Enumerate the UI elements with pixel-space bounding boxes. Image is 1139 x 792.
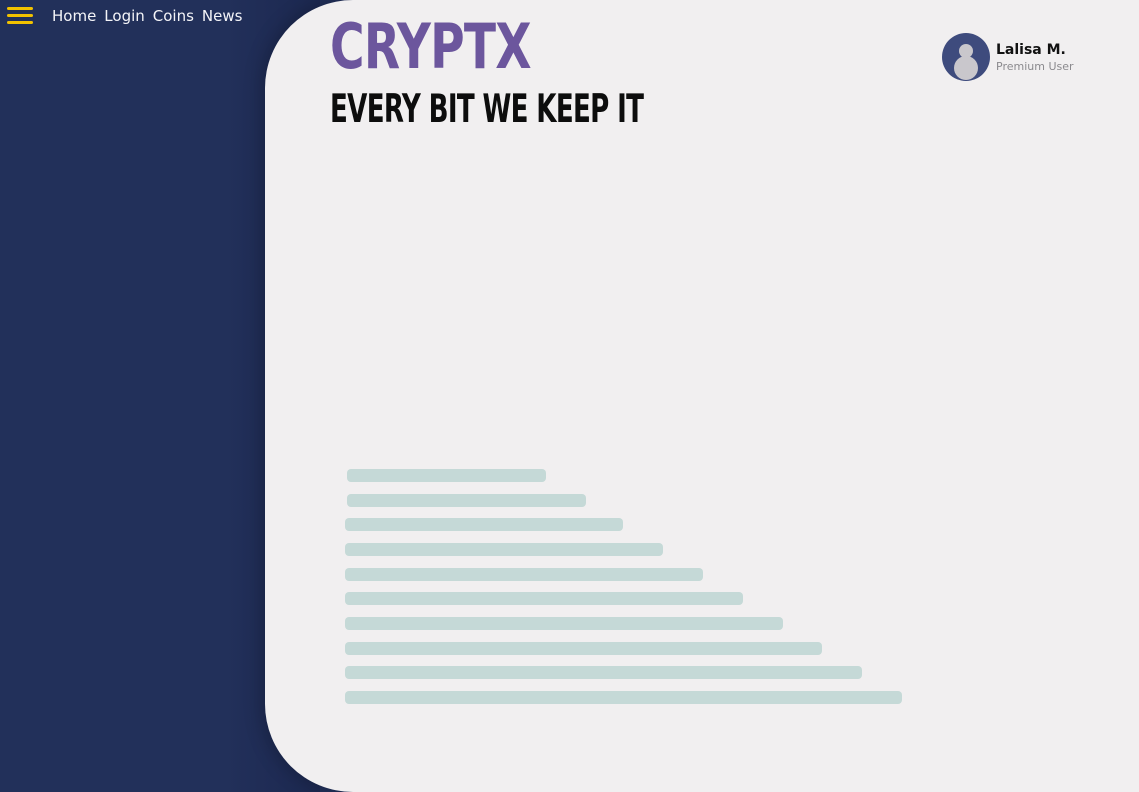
loading-placeholder-line [345, 568, 703, 581]
nav-link-news[interactable]: News [202, 6, 243, 26]
loading-placeholder-line [345, 691, 902, 704]
user-avatar-icon [942, 33, 990, 81]
avatar-body [954, 56, 978, 80]
loading-placeholder-line [345, 543, 663, 556]
nav-link-login[interactable]: Login [104, 6, 144, 26]
nav-link-coins[interactable]: Coins [153, 6, 194, 26]
brand-tagline: EVERY BIT WE KEEP IT [330, 87, 644, 132]
user-profile[interactable]: Lalisa M. Premium User [942, 33, 1074, 81]
user-role: Premium User [996, 59, 1074, 73]
user-info: Lalisa M. Premium User [996, 41, 1074, 74]
loading-placeholder-line [345, 666, 862, 679]
hamburger-bar [7, 21, 33, 24]
loading-placeholder-line [345, 592, 743, 605]
hamburger-bar [7, 7, 33, 10]
loading-placeholder-line [347, 469, 546, 482]
main-panel: CRYPTX EVERY BIT WE KEEP IT Lalisa M. Pr… [265, 0, 1139, 792]
loading-placeholder-line [347, 494, 586, 507]
loading-placeholder-line [345, 518, 623, 531]
loading-placeholder-line [345, 617, 783, 630]
nav-link-home[interactable]: Home [52, 6, 96, 26]
user-name: Lalisa M. [996, 41, 1066, 58]
brand-title: CRYPTX [330, 10, 532, 83]
loading-placeholder-line [345, 642, 822, 655]
hamburger-icon[interactable] [7, 6, 33, 26]
top-nav: Home Login Coins News [52, 6, 242, 26]
hamburger-bar [7, 14, 33, 17]
